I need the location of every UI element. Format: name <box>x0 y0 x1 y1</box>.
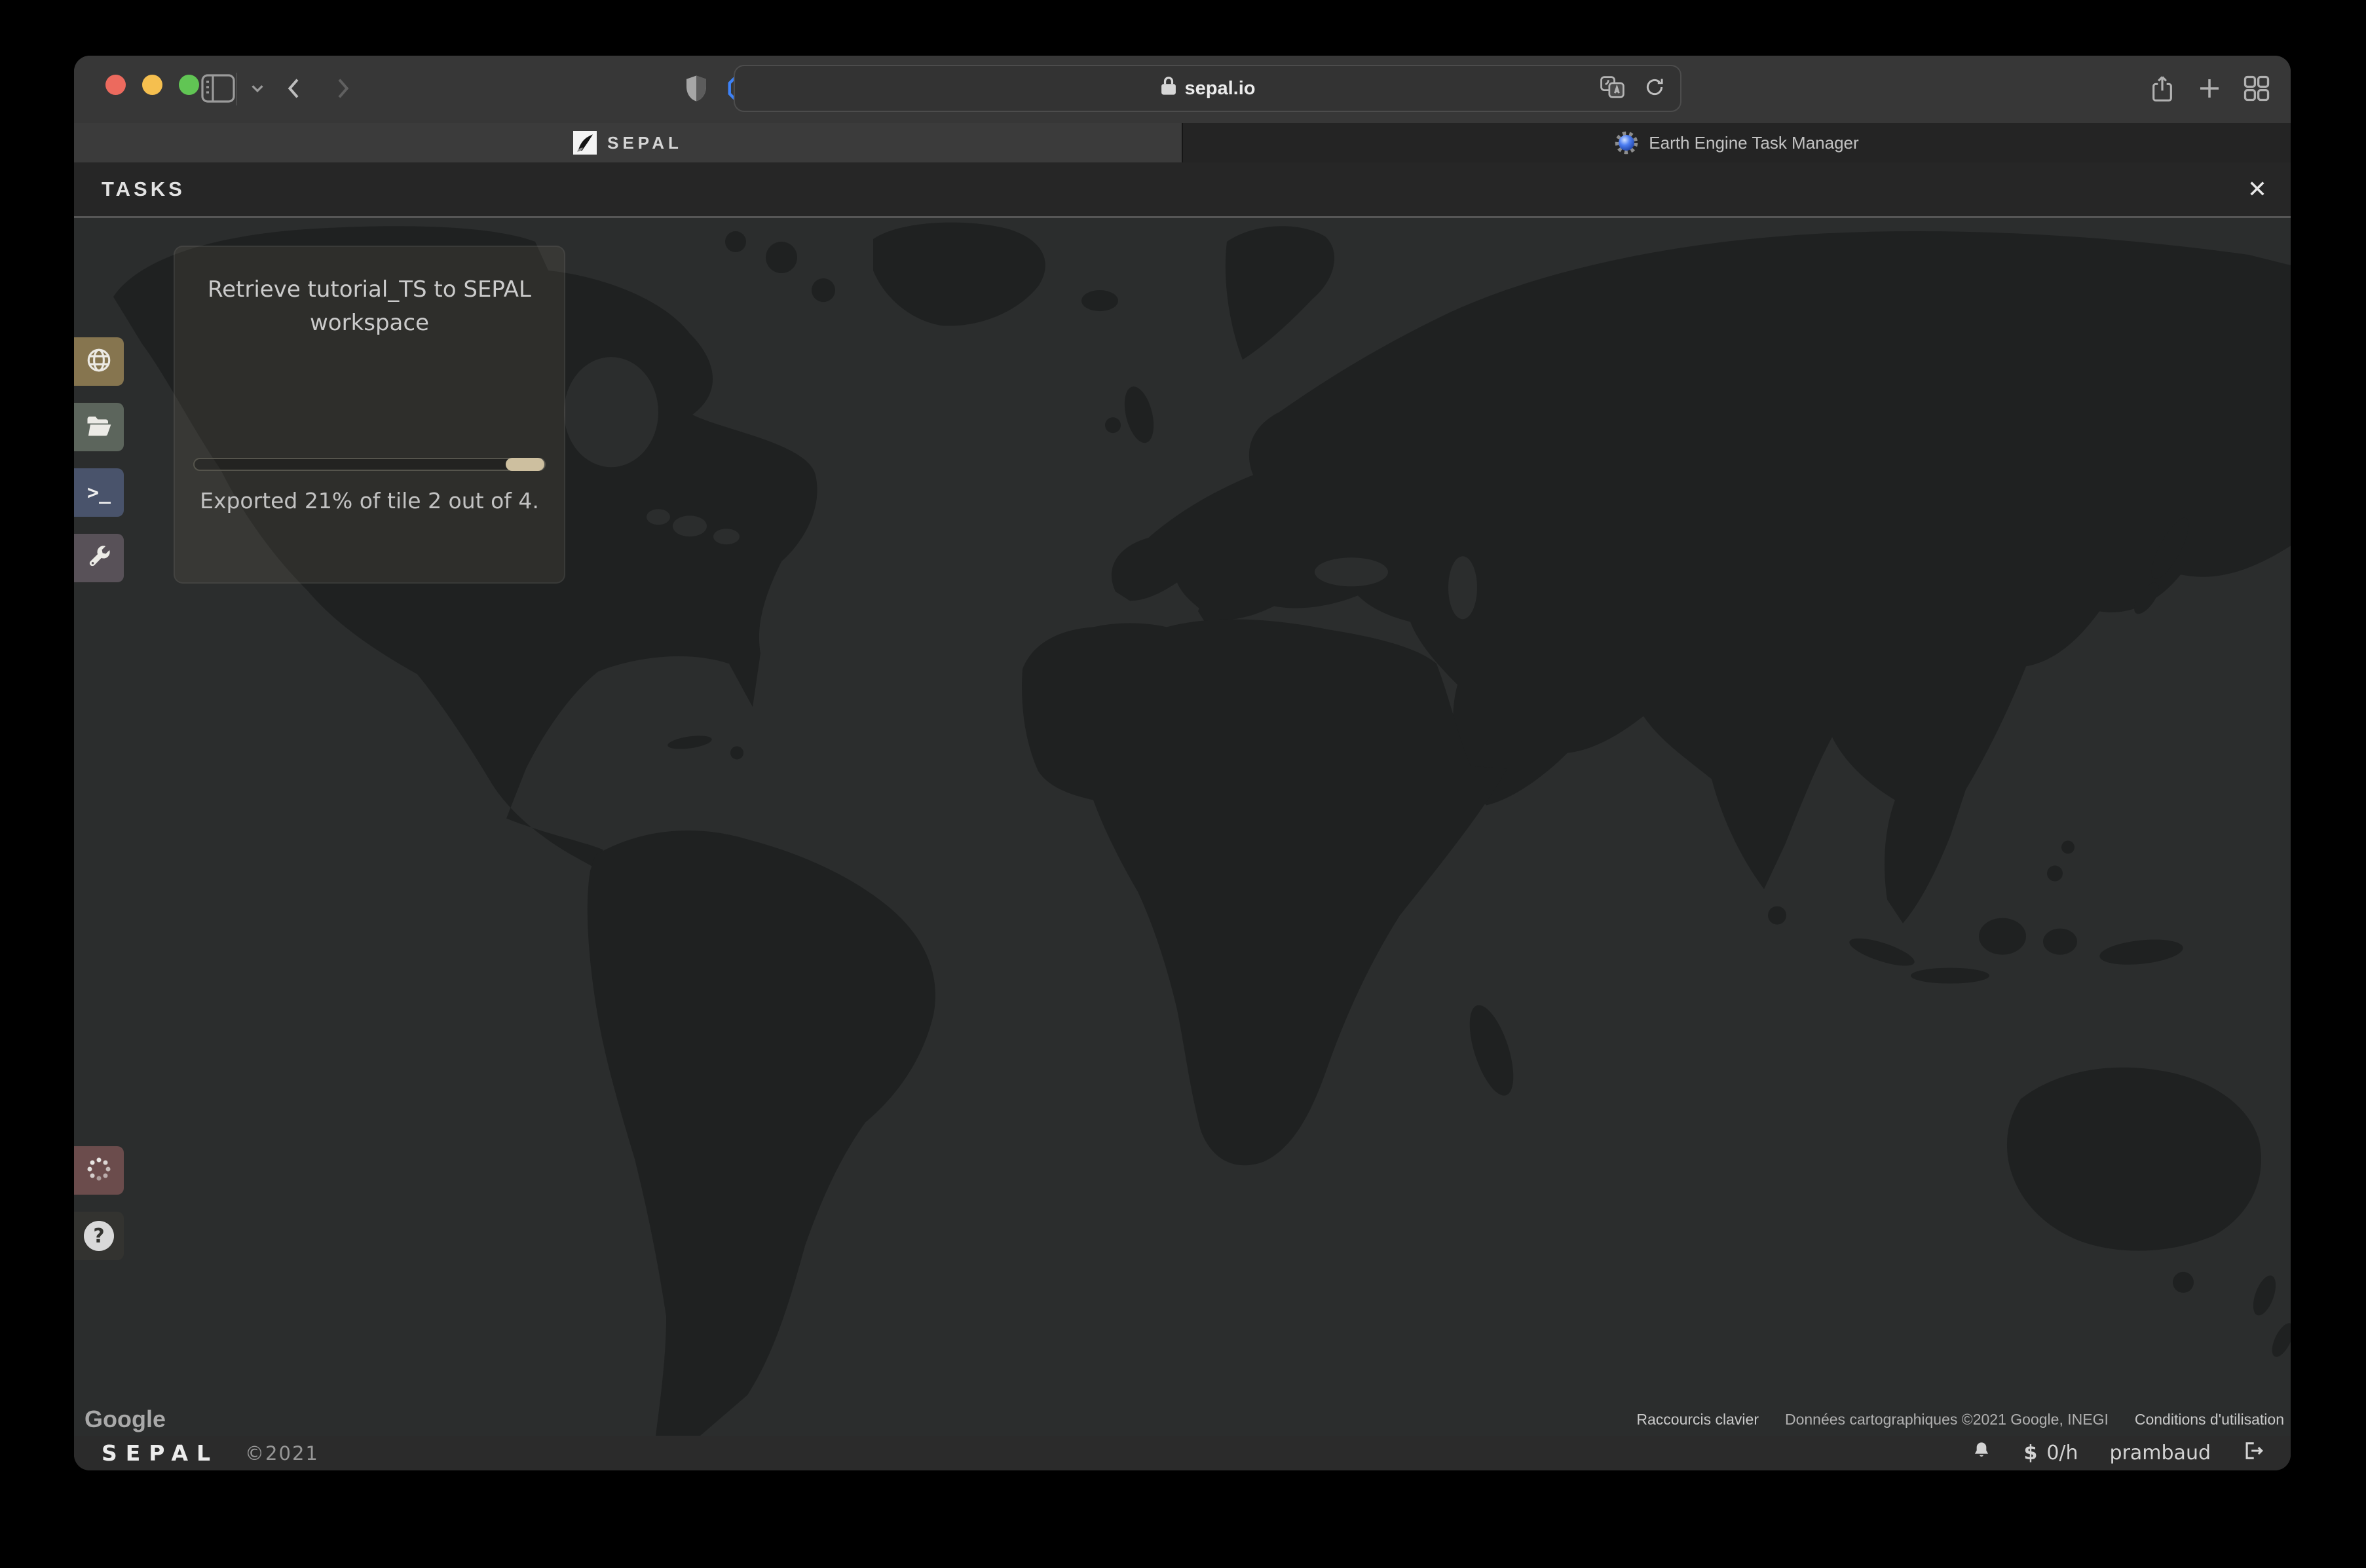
map-area[interactable]: Retrieve tutorial_TS to SEPAL workspace … <box>74 218 2291 1436</box>
globe-icon <box>85 346 113 377</box>
budget-indicator[interactable]: $ 0/h <box>2023 1442 2078 1465</box>
url-text: sepal.io <box>1185 78 1256 100</box>
wrench-icon <box>85 543 113 573</box>
new-tab-icon[interactable] <box>2191 67 2228 109</box>
help-button[interactable]: ? <box>74 1212 124 1260</box>
keyboard-shortcuts-link[interactable]: Raccourcis clavier <box>1636 1411 1759 1428</box>
task-title: Retrieve tutorial_TS to SEPAL workspace <box>206 273 533 340</box>
terminal-icon: >_ <box>87 481 111 504</box>
files-button[interactable] <box>74 403 124 451</box>
minimize-window-button[interactable] <box>142 75 162 95</box>
lock-icon <box>1160 76 1177 101</box>
sepal-app: TASKS ✕ <box>74 162 2291 1470</box>
google-logo[interactable]: Google <box>84 1406 166 1433</box>
app-footer: SEPAL ©2021 $ 0/h prambaud <box>74 1436 2291 1470</box>
tasks-header: TASKS ✕ <box>74 162 2291 218</box>
help-icon: ? <box>84 1221 114 1251</box>
terminal-button[interactable]: >_ <box>74 468 124 517</box>
hourly-rate: 0/h <box>2046 1442 2078 1465</box>
zoom-window-button[interactable] <box>179 75 199 95</box>
forward-button[interactable] <box>324 67 361 109</box>
tab-sepal[interactable]: SEPAL <box>74 123 1182 162</box>
dollar-icon: $ <box>2023 1442 2037 1465</box>
spinner-icon <box>85 1155 113 1185</box>
reload-icon[interactable] <box>1643 76 1666 102</box>
task-status-text: Exported 21% of tile 2 out of 4. <box>175 488 564 513</box>
map-attribution: Google Raccourcis clavier Données cartog… <box>74 1403 2291 1436</box>
tasks-button[interactable] <box>74 1146 124 1195</box>
browser-window: sepal.io <box>74 56 2291 1470</box>
notifications-bell-icon[interactable] <box>1971 1440 1992 1466</box>
tab-bar: SEPAL Earth Engine Task Manager <box>74 123 2291 162</box>
toolbar-divider <box>236 73 237 105</box>
translate-icon[interactable] <box>1600 76 1626 102</box>
close-tasks-icon[interactable]: ✕ <box>2247 177 2267 201</box>
footer-brand: SEPAL <box>102 1440 219 1466</box>
username[interactable]: prambaud <box>2110 1442 2211 1465</box>
logout-icon[interactable] <box>2242 1440 2264 1467</box>
terms-link[interactable]: Conditions d'utilisation <box>2135 1411 2284 1428</box>
sidebar-toggle-icon[interactable] <box>200 67 236 109</box>
folder-icon <box>85 412 113 442</box>
apps-button[interactable] <box>74 534 124 582</box>
address-bar[interactable]: sepal.io <box>734 65 1681 112</box>
map-data-text: Données cartographiques ©2021 Google, IN… <box>1785 1411 2109 1428</box>
close-window-button[interactable] <box>105 75 126 95</box>
tab-label: Earth Engine Task Manager <box>1649 133 1858 153</box>
tab-earth-engine-task-manager[interactable]: Earth Engine Task Manager <box>1182 123 2291 162</box>
privacy-shield-icon[interactable] <box>678 67 715 109</box>
back-button[interactable] <box>276 67 312 109</box>
browser-toolbar: sepal.io <box>74 56 2291 123</box>
traffic-lights <box>105 75 199 95</box>
chevron-down-icon[interactable] <box>239 67 276 109</box>
tasks-title: TASKS <box>102 177 185 201</box>
sepal-favicon <box>573 131 597 155</box>
tab-label: SEPAL <box>607 133 683 153</box>
progress-segment <box>506 458 544 471</box>
share-icon[interactable] <box>2144 67 2181 109</box>
process-button[interactable] <box>74 337 124 386</box>
footer-copyright: ©2021 <box>245 1442 319 1465</box>
task-card: Retrieve tutorial_TS to SEPAL workspace … <box>174 246 565 584</box>
task-progress-bar <box>193 458 546 471</box>
tab-overview-icon[interactable] <box>2238 67 2275 109</box>
earth-engine-favicon <box>1615 131 1638 155</box>
